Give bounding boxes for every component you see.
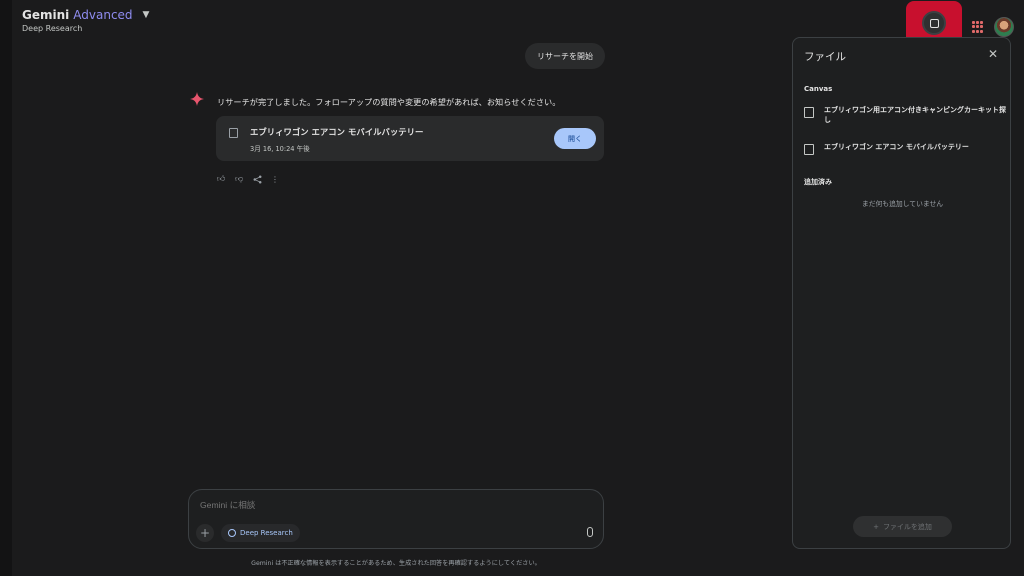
mode-subtitle: Deep Research: [22, 24, 83, 33]
add-attachment-button[interactable]: +: [196, 524, 214, 542]
assistant-message: リサーチが完了しました。フォローアップの質問や変更の希望があれば、お知らせくださ…: [217, 97, 561, 107]
deep-research-icon: [228, 529, 236, 537]
share-icon[interactable]: [252, 174, 262, 184]
user-message-bubble: リサーチを開始: [525, 43, 605, 69]
prompt-composer: + Deep Research: [188, 489, 604, 549]
brand-name: Gemini: [22, 8, 70, 22]
deep-research-chip[interactable]: Deep Research: [221, 524, 300, 542]
thumbs-down-icon[interactable]: 👎︎: [234, 174, 244, 184]
files-panel-button[interactable]: [922, 11, 946, 35]
panel-title: ファイル: [804, 51, 846, 63]
file-name: エブリィワゴン用エアコン付きキャンピングカーキット探し: [824, 106, 1006, 124]
microphone-icon[interactable]: [587, 527, 593, 537]
prompt-input[interactable]: [200, 500, 580, 510]
apps-grid-icon[interactable]: [972, 21, 984, 33]
add-file-label: ファイルを追加: [882, 522, 932, 531]
document-icon: [229, 128, 238, 138]
report-title: エブリィワゴン エアコン モバイルバッテリー: [250, 127, 424, 137]
brand-tier: Advanced: [73, 8, 133, 22]
open-report-button[interactable]: 開く: [554, 128, 596, 149]
canvas-file-item[interactable]: エブリィワゴン エアコン モバイルバッテリー: [804, 142, 1009, 155]
report-card[interactable]: エブリィワゴン エアコン モバイルバッテリー 3月 16, 10:24 午後 開…: [216, 116, 604, 161]
canvas-section-label: Canvas: [804, 85, 833, 93]
caret-down-icon: ▼: [142, 10, 150, 20]
more-options-icon[interactable]: ⋮: [270, 174, 280, 184]
avatar[interactable]: [994, 17, 1014, 37]
add-file-button[interactable]: + ファイルを追加: [853, 516, 952, 537]
deep-research-label: Deep Research: [240, 529, 293, 537]
added-section-label: 追加済み: [804, 178, 832, 186]
document-icon: [804, 144, 814, 155]
report-date: 3月 16, 10:24 午後: [250, 145, 310, 153]
document-icon: [804, 107, 814, 118]
disclaimer-text: Gemini は不正確な情報を表示することがあるため、生成された回答を再確認する…: [251, 560, 541, 567]
close-icon[interactable]: ✕: [988, 47, 998, 61]
canvas-file-item[interactable]: エブリィワゴン用エアコン付きキャンピングカーキット探し: [804, 105, 1009, 125]
empty-state-text: まだ何も追加していません: [861, 200, 944, 208]
files-panel: ファイル ✕ Canvas エブリィワゴン用エアコン付きキャンピングカーキット探…: [792, 37, 1011, 549]
files-icon: [929, 18, 939, 28]
thumbs-up-icon[interactable]: 👍︎: [216, 174, 226, 184]
response-actions: 👍︎ 👎︎ ⋮: [216, 174, 280, 184]
gemini-spark-icon: [190, 92, 204, 106]
plus-icon: +: [873, 522, 879, 531]
file-name: エブリィワゴン エアコン モバイルバッテリー: [824, 143, 969, 151]
model-switcher[interactable]: Gemini Advanced ▼ Deep Research: [22, 8, 149, 33]
